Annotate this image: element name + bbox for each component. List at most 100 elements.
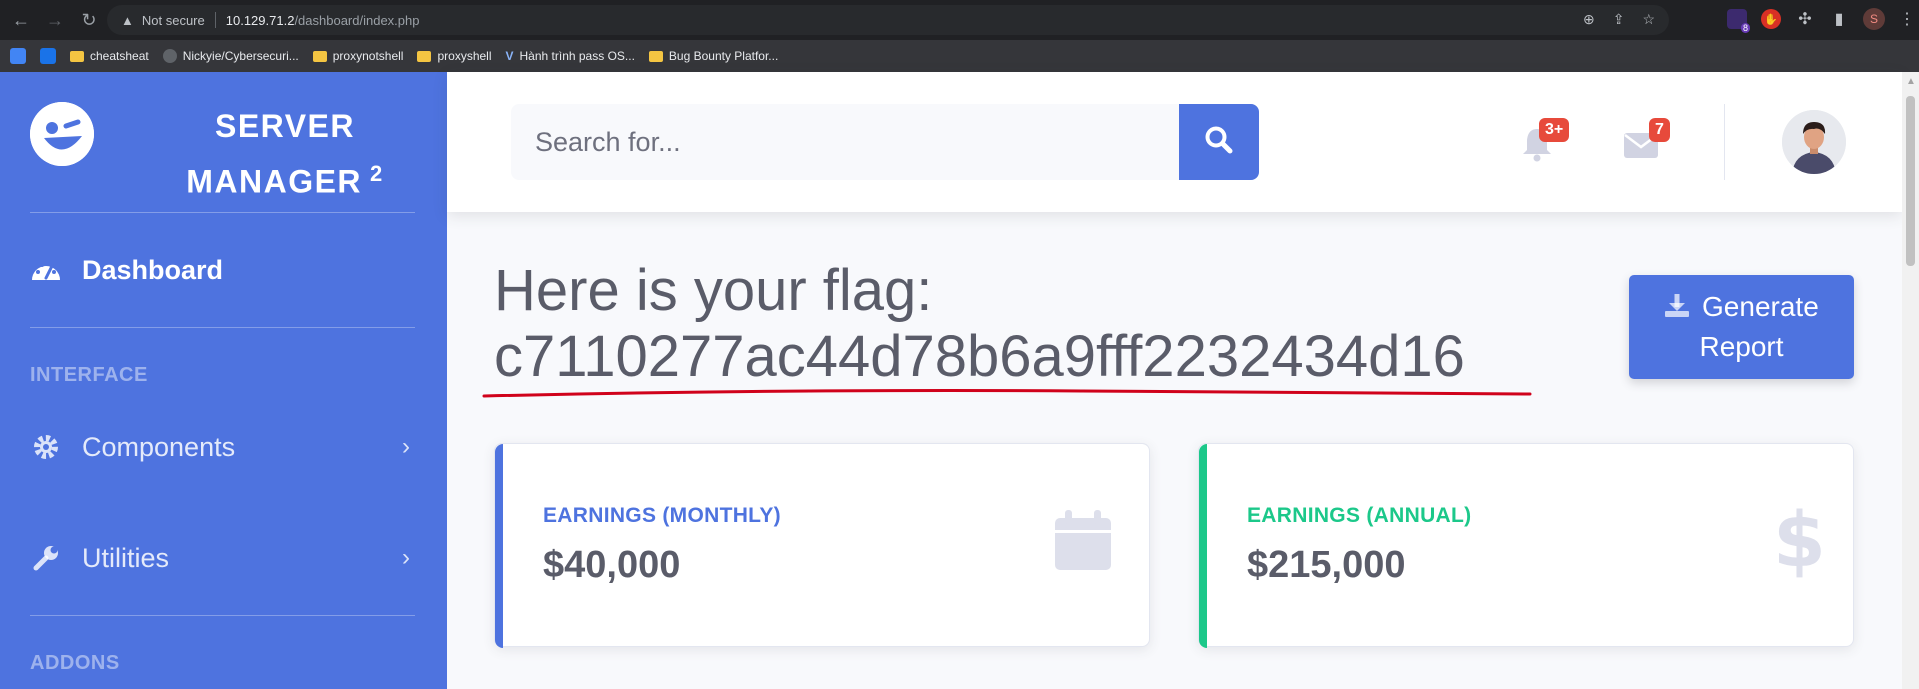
brand-line-2-text: MANAGER: [186, 163, 363, 200]
card-label: EARNINGS (ANNUAL): [1247, 504, 1472, 527]
calendar-icon: [1053, 508, 1113, 572]
card-accent-bar: [495, 444, 503, 648]
address-divider: [214, 12, 216, 28]
folder-icon: [417, 50, 432, 62]
share-icon[interactable]: ⇪: [1613, 11, 1625, 28]
sidebar-divider: [30, 615, 415, 616]
search-input[interactable]: [511, 104, 1179, 180]
flag-heading: Here is your flag: c7110277ac44d78b6a9ff…: [494, 258, 1544, 390]
generate-report-label-1: Generate: [1702, 291, 1819, 322]
dollar-icon: $: [1773, 495, 1826, 584]
bookmark-label: Bug Bounty Platfor...: [668, 49, 779, 63]
bookmark-item[interactable]: proxynotshell: [312, 49, 404, 63]
earnings-annual-card: EARNINGS (ANNUAL) $215,000 $: [1198, 443, 1854, 648]
bookmark-label: Hành trình pass OS...: [519, 49, 635, 63]
github-icon: [162, 49, 177, 63]
card-value: $215,000: [1247, 544, 1406, 586]
flag-label: Here is your flag:: [494, 258, 933, 323]
bell-icon: [1520, 129, 1554, 166]
extension-hand-icon[interactable]: ✋: [1761, 9, 1781, 29]
sidebar-item-utilities[interactable]: Utilities ›: [30, 538, 420, 578]
brand-name: SERVER MANAGER 2: [150, 102, 420, 206]
address-bar[interactable]: ▲ Not secure 10.129.71.2 /dashboard/inde…: [107, 5, 1669, 35]
download-icon: [1664, 291, 1702, 322]
envelope-icon: [1623, 133, 1659, 164]
generate-report-label-2: Report: [1699, 331, 1784, 362]
brand[interactable]: SERVER MANAGER 2: [30, 102, 430, 212]
bookmark-item[interactable]: proxyshell: [417, 49, 492, 63]
brand-line-2: MANAGER 2: [150, 150, 420, 206]
folder-icon: [312, 50, 327, 62]
address-bar-actions: ⊕ ⇪ ☆: [1583, 11, 1655, 28]
bookmarks-bar: cheatsheat Nickyie/Cybersecuri... proxyn…: [0, 40, 1919, 72]
translate-icon[interactable]: [10, 48, 26, 64]
sidebar-item-components[interactable]: Components ›: [30, 427, 420, 467]
card-label: EARNINGS (MONTHLY): [543, 504, 781, 527]
app-icon[interactable]: [40, 48, 56, 64]
reload-icon[interactable]: ↻: [76, 7, 102, 33]
sidebar-item-dashboard[interactable]: Dashboard: [30, 250, 420, 290]
red-underline-annotation: [482, 389, 1532, 398]
alerts-count-badge: 3+: [1539, 118, 1570, 142]
search-form: [511, 104, 1259, 180]
bookmark-item[interactable]: V Hành trình pass OS...: [506, 49, 635, 63]
back-icon[interactable]: ←: [8, 7, 34, 33]
card-value: $40,000: [543, 544, 681, 586]
chevron-right-icon: ›: [402, 544, 410, 571]
puzzle-icon[interactable]: ✣: [1795, 9, 1815, 29]
bookmark-item[interactable]: Nickyie/Cybersecuri...: [162, 49, 299, 63]
menu-icon[interactable]: ⋮: [1899, 9, 1915, 29]
brand-superscript: 2: [370, 161, 384, 186]
page-scrollbar[interactable]: ▲: [1902, 72, 1919, 689]
folder-icon: [70, 50, 84, 62]
sidebar-divider: [30, 212, 415, 213]
extension-badge-icon[interactable]: 8: [1727, 9, 1750, 33]
bookmark-label: cheatsheat: [90, 49, 149, 63]
card-accent-bar: [1199, 444, 1207, 648]
generate-report-button[interactable]: Generate Report: [1629, 275, 1854, 379]
sidebar-item-label: Utilities: [82, 542, 170, 573]
sidebar-heading-addons: ADDONS: [30, 652, 120, 674]
bookmark-item[interactable]: cheatsheat: [70, 49, 149, 63]
star-icon[interactable]: ☆: [1642, 11, 1655, 28]
folder-icon: [648, 50, 663, 62]
extension-badge-count: 8: [1740, 23, 1750, 33]
messages-count-badge: 7: [1649, 118, 1670, 142]
cog-icon: [30, 431, 62, 463]
tachometer-icon: [30, 254, 62, 286]
alerts-button[interactable]: 3+: [1520, 118, 1570, 166]
topbar: 3+ 7: [447, 72, 1902, 212]
search-icon: [1204, 125, 1234, 160]
topbar-divider: [1724, 104, 1725, 180]
bookmark-item[interactable]: Bug Bounty Platfor...: [648, 49, 779, 63]
side-panel-icon[interactable]: ▮: [1829, 9, 1849, 29]
user-avatar[interactable]: [1782, 110, 1846, 174]
messages-button[interactable]: 7: [1623, 118, 1670, 166]
v-icon: V: [505, 49, 514, 63]
sidebar-heading-interface: INTERFACE: [30, 364, 148, 386]
flag-value: c7110277ac44d78b6a9fff2232434d16: [494, 324, 1465, 389]
warning-icon: ▲: [121, 12, 134, 28]
extensions-area: 8 ✋ ✣ ▮ S ⋮: [1727, 8, 1915, 33]
sidebar-divider: [30, 327, 415, 328]
bookmark-label: proxynotshell: [332, 49, 404, 63]
bookmark-label: proxyshell: [437, 49, 492, 63]
profile-avatar[interactable]: S: [1863, 8, 1885, 30]
earnings-monthly-card: EARNINGS (MONTHLY) $40,000: [494, 443, 1150, 648]
sidebar: SERVER MANAGER 2 Dashboard INTERFACE Comp…: [0, 72, 447, 689]
forward-icon[interactable]: →: [42, 7, 68, 33]
url-path: /dashboard/index.php: [294, 12, 420, 28]
brand-line-1: SERVER: [214, 108, 355, 144]
scroll-up-arrow-icon[interactable]: ▲: [1906, 76, 1916, 87]
scrollbar-thumb[interactable]: [1906, 96, 1915, 266]
sidebar-item-label: Components: [82, 431, 236, 462]
chevron-right-icon: ›: [402, 433, 410, 460]
sidebar-item-label: Dashboard: [82, 254, 224, 285]
generate-report-line-1: Generate: [1629, 287, 1854, 327]
wink-logo-icon: [30, 102, 94, 166]
search-button[interactable]: [1179, 104, 1259, 180]
browser-chrome: ← → ↻ ▲ Not secure 10.129.71.2 /dashboar…: [0, 0, 1919, 72]
browser-toolbar: ← → ↻ ▲ Not secure 10.129.71.2 /dashboar…: [0, 0, 1919, 40]
zoom-icon[interactable]: ⊕: [1583, 11, 1595, 28]
url-host: 10.129.71.2: [225, 12, 295, 28]
